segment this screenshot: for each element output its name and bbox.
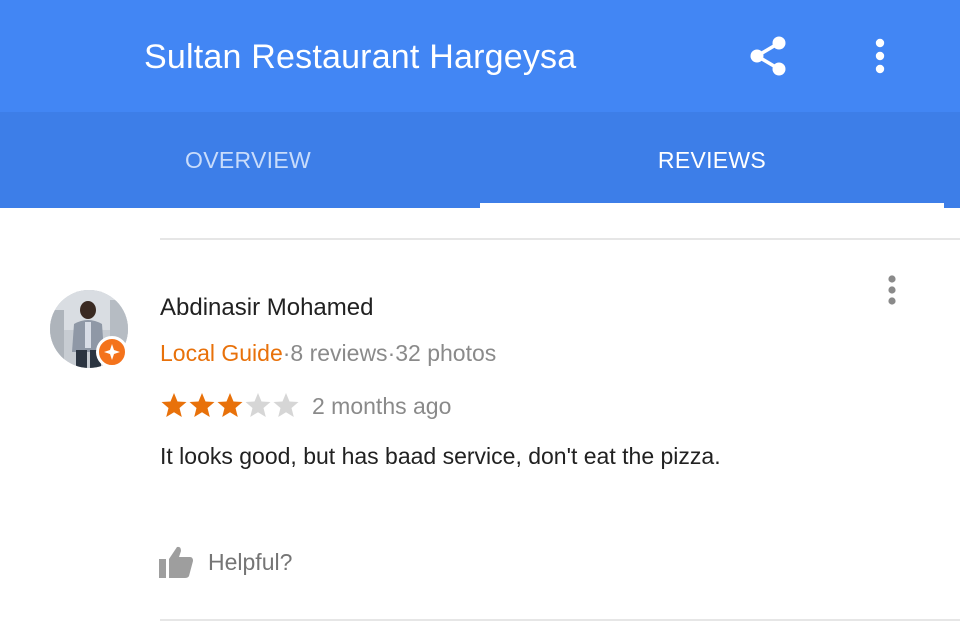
star-filled-icon bbox=[161, 393, 187, 417]
photos-count: ·32 photos bbox=[387, 340, 497, 366]
more-vert-icon bbox=[888, 275, 896, 305]
review-author-meta: Local Guide·8 reviews·32 photos bbox=[160, 340, 496, 367]
star-empty-icon bbox=[273, 393, 299, 417]
tab-selected-indicator bbox=[480, 203, 944, 208]
tab-reviews[interactable]: REVIEWS bbox=[480, 112, 944, 208]
app-bar: Sultan Restaurant Hargeysa bbox=[0, 0, 960, 112]
review-card: Abdinasir Mohamed Local Guide·8 reviews·… bbox=[0, 240, 960, 620]
share-icon bbox=[750, 36, 786, 76]
tab-bar: OVERVIEW REVIEWS bbox=[0, 112, 960, 208]
star-filled-icon bbox=[189, 393, 215, 417]
more-options-button[interactable] bbox=[856, 32, 904, 80]
tab-overview[interactable]: OVERVIEW bbox=[16, 112, 480, 208]
helpful-button[interactable]: Helpful? bbox=[158, 542, 292, 582]
share-button[interactable] bbox=[744, 32, 792, 80]
review-time: 2 months ago bbox=[312, 393, 452, 419]
thumb-up-icon bbox=[159, 546, 193, 578]
more-vert-icon bbox=[875, 38, 885, 74]
divider bbox=[160, 619, 960, 621]
star-rating bbox=[160, 390, 300, 420]
star-filled-icon bbox=[217, 393, 243, 417]
review-author[interactable]: Abdinasir Mohamed bbox=[160, 294, 373, 322]
local-guide-label: Local Guide bbox=[160, 340, 283, 366]
review-options-button[interactable] bbox=[872, 270, 912, 310]
page-title: Sultan Restaurant Hargeysa bbox=[144, 38, 577, 76]
review-text: It looks good, but has baad service, don… bbox=[160, 443, 721, 469]
star-empty-icon bbox=[245, 393, 271, 417]
local-guide-badge-icon bbox=[96, 336, 128, 368]
helpful-label: Helpful? bbox=[208, 548, 293, 575]
reviews-count: ·8 reviews bbox=[282, 340, 388, 366]
